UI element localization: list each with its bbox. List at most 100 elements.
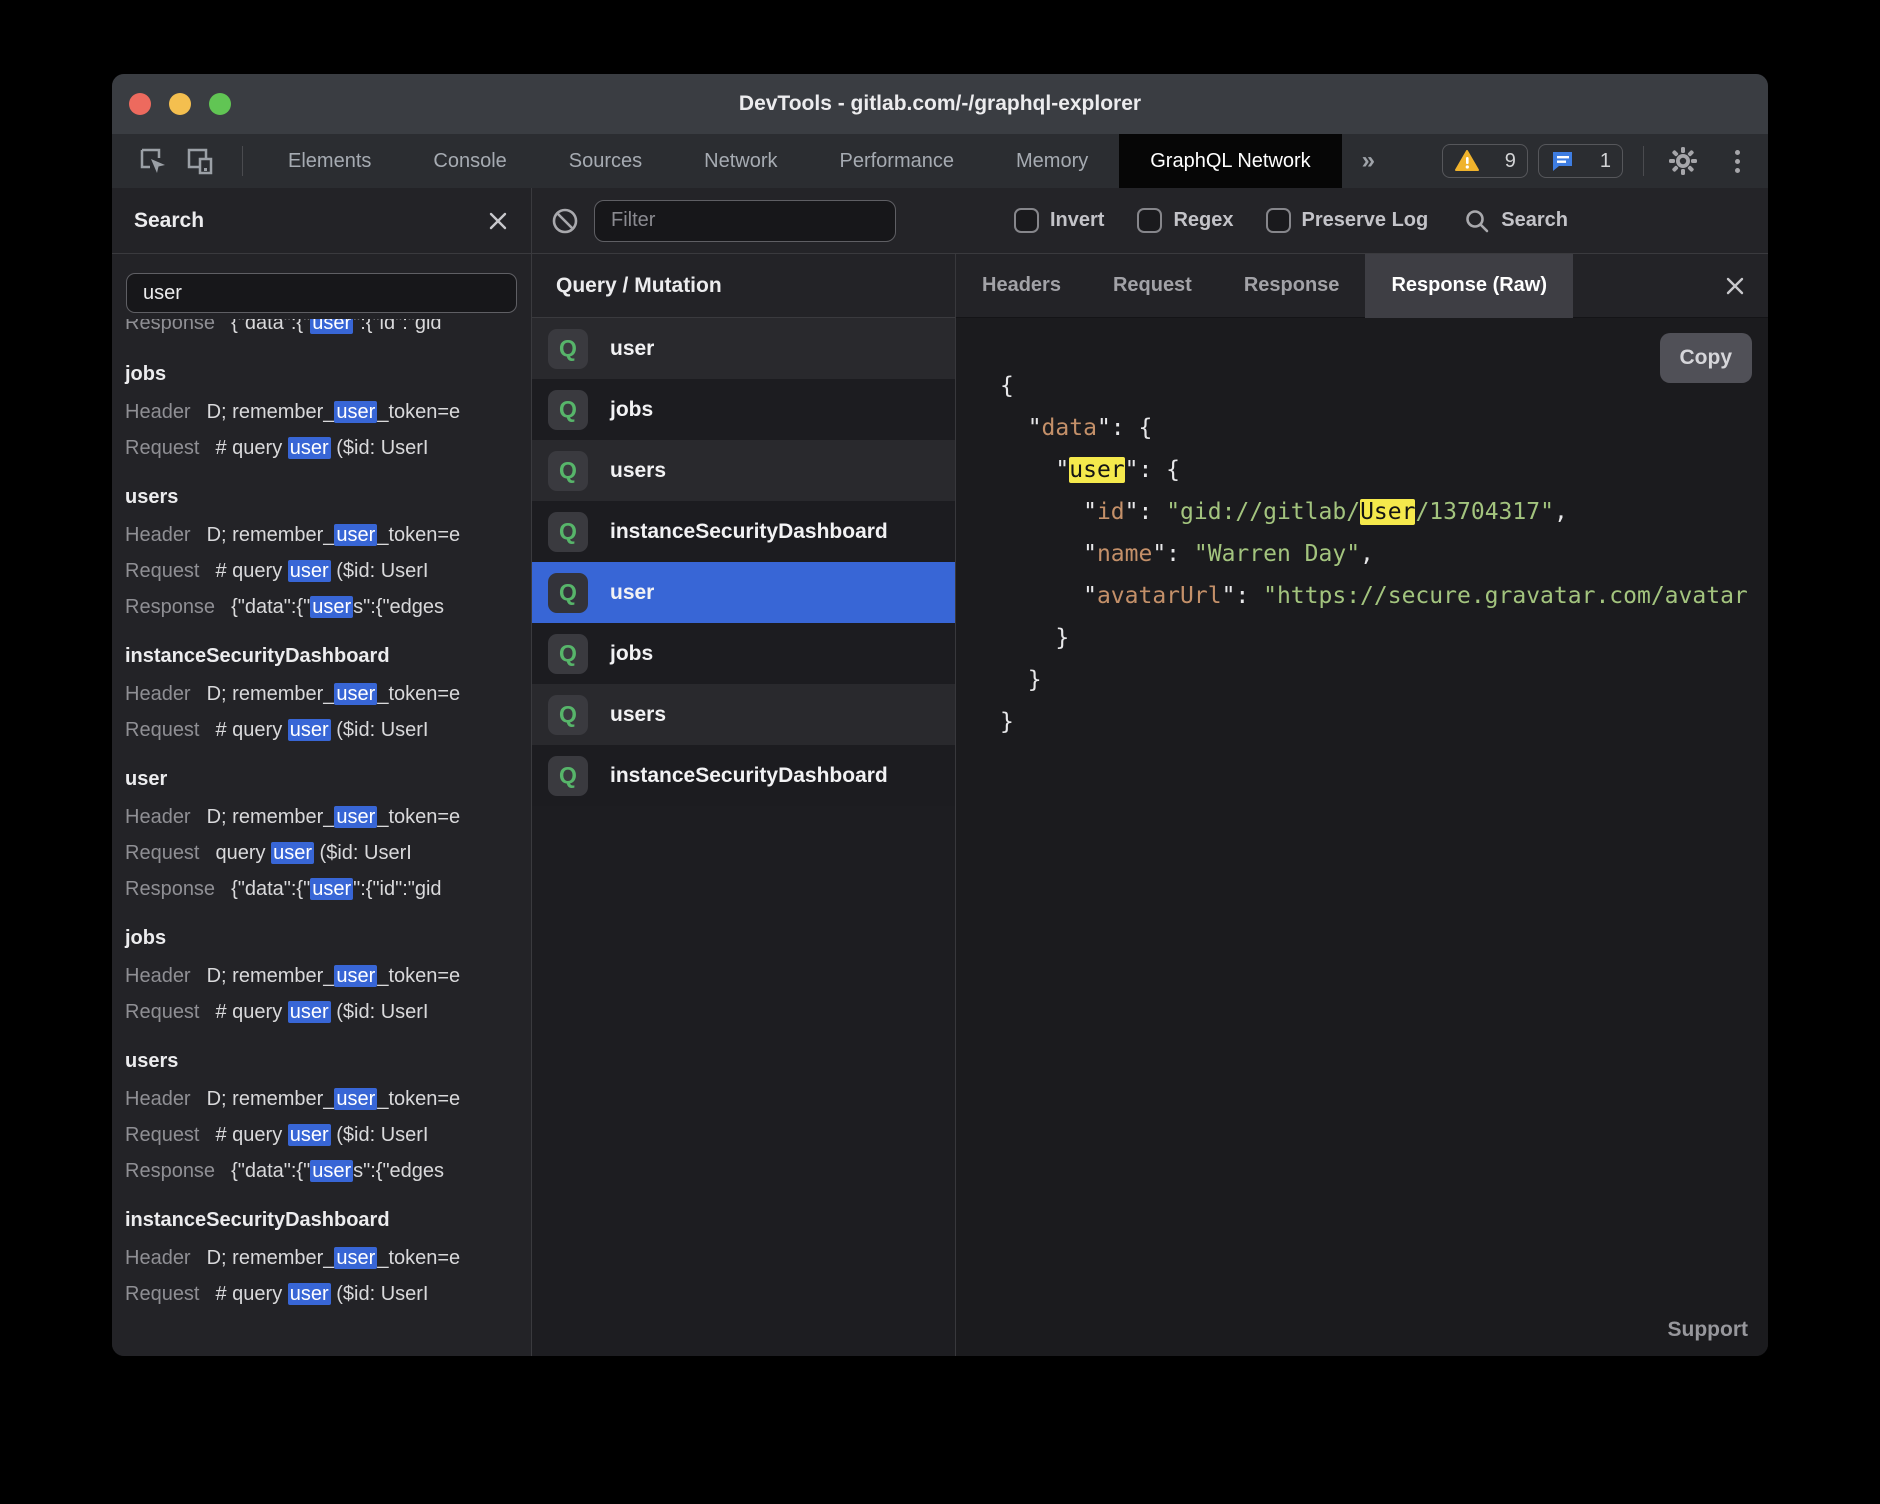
search-result-name: instanceSecurityDashboard (125, 642, 531, 670)
highlighted-match: user (334, 683, 377, 705)
query-row-user[interactable]: Quser (532, 318, 955, 379)
search-result-entry[interactable]: users HeaderD; remember_user_token=eReque… (125, 1047, 531, 1189)
query-row-users[interactable]: Qusers (532, 440, 955, 501)
result-line-label: Request (125, 842, 200, 864)
text-segment: "gid://gitlab/ (1166, 499, 1360, 525)
search-result-entry[interactable]: instanceSecurityDashboard HeaderD; rememb… (125, 642, 531, 748)
close-search-icon[interactable] (487, 210, 509, 232)
search-result-line[interactable]: Request# query user ($id: UserI (125, 553, 531, 589)
preserve-log-checkbox-box[interactable] (1266, 208, 1291, 233)
text-segment: { (1000, 373, 1014, 399)
devtools-tab-network[interactable]: Network (673, 134, 808, 188)
close-response-icon[interactable] (1724, 275, 1768, 297)
search-result-line[interactable]: HeaderD; remember_user_token=e (125, 799, 531, 835)
text-segment: D; remember_ (207, 524, 335, 546)
query-row-users[interactable]: Qusers (532, 684, 955, 745)
invert-checkbox-box[interactable] (1014, 208, 1039, 233)
search-result-line[interactable]: HeaderD; remember_user_token=e (125, 958, 531, 994)
result-line-label: Header (125, 401, 191, 423)
text-segment: ":{"id":"gid (353, 878, 441, 900)
result-line-label: Response (125, 319, 215, 334)
text-segment: D; remember_ (207, 806, 335, 828)
search-result-line[interactable]: Response{"data":{"users":{"edges (125, 589, 531, 625)
tab-request[interactable]: Request (1087, 254, 1218, 318)
filter-input[interactable] (594, 200, 896, 242)
search-result-entry[interactable]: userHeaderD; remember_user_token=eReques… (125, 765, 531, 907)
tab-headers[interactable]: Headers (956, 254, 1087, 318)
text-segment: D; remember_ (207, 965, 335, 987)
query-type-badge: Q (548, 451, 588, 491)
search-result-entry[interactable]: jobsHeaderD; remember_user_token=eReques… (125, 924, 531, 1030)
query-row-label: jobs (610, 642, 653, 666)
tab-response[interactable]: Response (1218, 254, 1366, 318)
more-options-icon[interactable] (1725, 146, 1750, 177)
text-segment: D; remember_ (207, 683, 335, 705)
search-input[interactable] (126, 273, 517, 313)
search-result-entry[interactable]: instanceSecurityDashboardHeaderD; rememb… (125, 1206, 531, 1312)
maximize-window-button[interactable] (209, 93, 231, 115)
search-result-line[interactable]: HeaderD; remember_user_token=e (125, 1240, 531, 1276)
minimize-window-button[interactable] (169, 93, 191, 115)
text-segment: ($id: UserI (331, 1283, 429, 1305)
json-line: "name": "Warren Day", (1000, 533, 1768, 575)
traffic-lights (129, 93, 231, 115)
text-segment: # query (216, 560, 288, 582)
highlighted-match: user (310, 1160, 353, 1182)
highlighted-match: user (271, 842, 314, 864)
regex-checkbox-box[interactable] (1137, 208, 1162, 233)
text-segment: _token=e (377, 965, 460, 987)
support-link[interactable]: Support (1668, 1318, 1748, 1342)
query-row-jobs[interactable]: Qjobs (532, 623, 955, 684)
query-type-badge: Q (548, 695, 588, 735)
preserve-log-checkbox[interactable]: Preserve Log (1266, 208, 1429, 233)
query-row-user[interactable]: Quser (532, 562, 955, 623)
messages-badge[interactable]: 1 (1538, 144, 1623, 178)
text-segment: s":{"edges (353, 1160, 444, 1182)
search-toggle[interactable]: Search (1464, 208, 1568, 234)
devtools-tab-sources[interactable]: Sources (538, 134, 673, 188)
devtools-tab-console[interactable]: Console (402, 134, 537, 188)
tab-response-raw[interactable]: Response (Raw) (1365, 254, 1573, 318)
json-line: "user": { (1000, 449, 1768, 491)
network-region: Invert Regex Preserve Log Search (532, 188, 1768, 1356)
settings-gear-icon[interactable] (1668, 146, 1698, 176)
device-toolbar-icon[interactable] (185, 146, 215, 176)
copy-button[interactable]: Copy (1660, 333, 1753, 383)
search-result-name: users (125, 1047, 531, 1075)
query-row-label: user (610, 581, 654, 605)
query-row-instancesecuritydashboard[interactable]: QinstanceSecurityDashboard (532, 501, 955, 562)
search-result-line[interactable]: HeaderD; remember_user_token=e (125, 1081, 531, 1117)
search-result-line[interactable]: HeaderD; remember_user_token=e (125, 676, 531, 712)
search-result-line[interactable]: HeaderD; remember_user_token=e (125, 517, 531, 553)
search-result-line[interactable]: Request# query user ($id: UserI (125, 994, 531, 1030)
devtools-tab-performance[interactable]: Performance (809, 134, 986, 188)
search-result-entry[interactable]: jobsHeaderD; remember_user_token=eReques… (125, 360, 531, 466)
warnings-badge[interactable]: 9 (1442, 144, 1528, 178)
search-result-line[interactable]: Response{"data":{"user":{"id":"gid (125, 871, 531, 907)
text-segment: ($id: UserI (331, 1001, 429, 1023)
inspect-element-icon[interactable] (138, 146, 168, 176)
block-requests-icon[interactable] (550, 206, 580, 236)
highlighted-match: user (334, 806, 377, 828)
more-tabs-icon[interactable]: » (1342, 147, 1395, 175)
invert-checkbox[interactable]: Invert (1014, 208, 1104, 233)
devtools-tab-elements[interactable]: Elements (257, 134, 402, 188)
search-result-line[interactable]: Request# query user ($id: UserI (125, 430, 531, 466)
search-result-line[interactable]: Requestquery user ($id: UserI (125, 835, 531, 871)
search-result-line[interactable]: HeaderD; remember_user_token=e (125, 394, 531, 430)
devtools-tab-graphql-network[interactable]: GraphQL Network (1119, 134, 1341, 188)
close-window-button[interactable] (129, 93, 151, 115)
search-result-line[interactable]: Request# query user ($id: UserI (125, 1276, 531, 1312)
search-result-entry[interactable]: usersHeaderD; remember_user_token=eReque… (125, 483, 531, 625)
result-line-label: Request (125, 1001, 200, 1023)
query-list-title: Query / Mutation (532, 254, 955, 318)
query-row-jobs[interactable]: Qjobs (532, 379, 955, 440)
query-row-instancesecuritydashboard[interactable]: QinstanceSecurityDashboard (532, 745, 955, 806)
search-result-line[interactable]: Response{"data":{"users":{"edges (125, 1153, 531, 1189)
devtools-tab-memory[interactable]: Memory (985, 134, 1119, 188)
search-result-line[interactable]: Request# query user ($id: UserI (125, 712, 531, 748)
search-result-line[interactable]: Request# query user ($id: UserI (125, 1117, 531, 1153)
query-row-label: jobs (610, 398, 653, 422)
search-result-partial[interactable]: Response{"data":{"user":{"id":"gid (125, 319, 531, 343)
regex-checkbox[interactable]: Regex (1137, 208, 1233, 233)
